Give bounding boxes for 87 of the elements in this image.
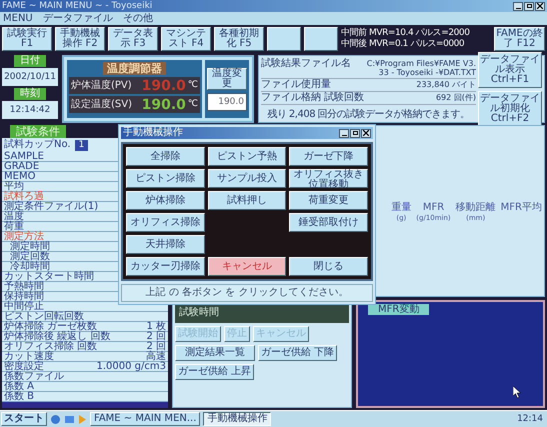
exit-button[interactable]: FAMEの終了 F12 bbox=[494, 27, 545, 51]
reading-value: 190.0 bbox=[142, 78, 186, 92]
machine-operation-button[interactable]: カッター刃掃除 bbox=[126, 257, 205, 276]
condition-value: 1 枚 bbox=[146, 322, 167, 332]
storage-note: 残り 2,408 回分の試験データが格納できます。 bbox=[266, 110, 471, 120]
machine-operation-button[interactable]: 天井掃除 bbox=[126, 235, 205, 254]
function-button[interactable]: 各種初期化 F5 bbox=[214, 27, 264, 51]
clock: 12:14 bbox=[517, 414, 544, 424]
setpoint-field[interactable]: 190.0 bbox=[207, 92, 247, 110]
function-button[interactable]: データ表示 F3 bbox=[108, 27, 158, 51]
condition-value: 2 回 bbox=[146, 332, 167, 342]
window-title: FAME ~ MAIN MENU ~ - Toyoseiki bbox=[2, 2, 152, 10]
condition-label[interactable]: 係数 A bbox=[2, 382, 34, 392]
condition-value: 2 回 bbox=[146, 342, 167, 352]
machine-operation-button[interactable]: ピストン掃除 bbox=[126, 169, 205, 188]
close-icon[interactable] bbox=[535, 2, 545, 10]
condition-label[interactable]: 冷却時間 bbox=[2, 262, 50, 272]
reading-value: 190.0 bbox=[142, 98, 186, 112]
condition-label[interactable]: 係数 B bbox=[2, 392, 34, 402]
reading-label: 炉体温度(PV) bbox=[71, 80, 132, 90]
cup-number[interactable]: 1 bbox=[74, 140, 88, 150]
section-label: 試験条件 bbox=[10, 125, 66, 138]
machine-operation-button[interactable]: 錘受部取付け bbox=[289, 213, 368, 232]
unit-label: ℃ bbox=[188, 100, 198, 109]
file-info-label: 試験結果ファイル名 bbox=[261, 59, 352, 71]
pointer-icon bbox=[513, 386, 521, 398]
column-heading: MFR平均 bbox=[500, 202, 542, 213]
field-value: 2002/10/11 bbox=[2, 68, 58, 86]
file-info-label: ファイル使用量 bbox=[261, 80, 332, 90]
condition-value: 1.0000 g/cm3 bbox=[96, 362, 167, 372]
column-heading: 重量 bbox=[391, 202, 412, 213]
condition-label[interactable]: MEMO bbox=[2, 172, 36, 182]
panel-title: 温度調節器 bbox=[103, 62, 166, 75]
machine-operation-button[interactable]: 試料押し bbox=[208, 191, 286, 210]
maximize-icon[interactable] bbox=[524, 2, 534, 10]
machine-operation-button[interactable]: サンプル投入 bbox=[208, 169, 286, 188]
condition-label[interactable]: 平均 bbox=[2, 182, 24, 192]
function-button[interactable]: 手動機械操作 F2 bbox=[55, 27, 105, 51]
minimize-icon[interactable] bbox=[513, 2, 523, 10]
cup-label: 試料カップNo. bbox=[4, 140, 71, 150]
field-label: 日付 bbox=[14, 55, 46, 67]
data-file-button[interactable]: データファイル初期化 Ctrl+F2 bbox=[478, 90, 542, 126]
machine-operation-button[interactable]: ガーゼ下降 bbox=[289, 147, 368, 166]
taskbar-button[interactable]: 手動機械操作 bbox=[203, 412, 272, 426]
column-heading: 移動距離 bbox=[456, 202, 496, 213]
maximize-icon[interactable] bbox=[350, 128, 360, 138]
quick-launch-icon[interactable] bbox=[50, 414, 61, 424]
column-heading: MFR bbox=[422, 202, 444, 213]
machine-operation-button[interactable]: オリフィス掃除 bbox=[126, 213, 205, 232]
reading-label: 設定温度(SV) bbox=[71, 100, 132, 110]
menu-item[interactable]: MENU bbox=[3, 14, 33, 24]
test-time-label: 試験時間 bbox=[175, 303, 349, 323]
test-control-button[interactable]: 測定結果一覧 bbox=[175, 345, 255, 361]
test-control-button[interactable]: ガーゼ供給 上昇 bbox=[175, 364, 254, 380]
file-info-value: 692 回(件) bbox=[434, 93, 476, 103]
condition-value: 高速 bbox=[146, 352, 167, 362]
machine-operation-button[interactable]: 全掃除 bbox=[126, 147, 205, 166]
taskbar-button[interactable]: FAME ~ MAIN MEN... bbox=[90, 412, 200, 426]
instruction-message: 上記 の 各ボタン を クリックしてください。 bbox=[121, 284, 373, 302]
function-button[interactable] bbox=[304, 27, 338, 51]
dialog-title: 手動機械操作 bbox=[123, 128, 183, 138]
machine-operation-button[interactable]: 炉体掃除 bbox=[126, 191, 205, 210]
test-control-button[interactable]: ガーゼ供給 下降 bbox=[258, 345, 338, 361]
menu-item[interactable]: その他 bbox=[122, 14, 153, 24]
close-icon[interactable] bbox=[361, 128, 371, 138]
file-info-label: ファイル格納 試験回数 bbox=[261, 93, 363, 103]
minimize-icon[interactable] bbox=[339, 128, 349, 138]
machine-operation-button[interactable]: 荷重変更 bbox=[289, 191, 368, 210]
start-button[interactable]: スタート bbox=[1, 412, 47, 426]
condition-label[interactable]: 温度 bbox=[2, 212, 24, 222]
machine-operation-button[interactable]: ピストン予熱 bbox=[208, 147, 286, 166]
file-info-value: 233,840 バイト bbox=[415, 80, 476, 90]
chart-title: MFR変動 bbox=[368, 304, 430, 315]
temperature-change-button[interactable]: 温度変更 bbox=[207, 68, 247, 90]
function-button[interactable]: 試験実行 F1 bbox=[2, 27, 52, 51]
pulse-info: 中間後 MVR=0.1 パルス=0000 bbox=[341, 39, 466, 50]
field-value: 12:14:42 bbox=[2, 101, 58, 119]
field-label: 時刻 bbox=[14, 88, 46, 100]
function-button[interactable] bbox=[267, 27, 301, 51]
function-button[interactable]: マシンテスト F4 bbox=[161, 27, 211, 51]
data-file-button[interactable]: データファイル表示 Ctrl+F1 bbox=[478, 52, 542, 88]
unit-label: ℃ bbox=[188, 81, 198, 90]
file-info-value: C:¥Program Files¥FAME V3.33 - Toyoseiki -¥DAT.TXT bbox=[366, 59, 476, 77]
pulse-info: 中間前 MVR=10.4 パルス=2000 bbox=[341, 28, 470, 38]
condition-label[interactable]: 荷重 bbox=[2, 222, 24, 232]
menu-item[interactable]: データファイル bbox=[42, 14, 113, 24]
machine-operation-button[interactable]: 閉じる bbox=[289, 257, 368, 276]
